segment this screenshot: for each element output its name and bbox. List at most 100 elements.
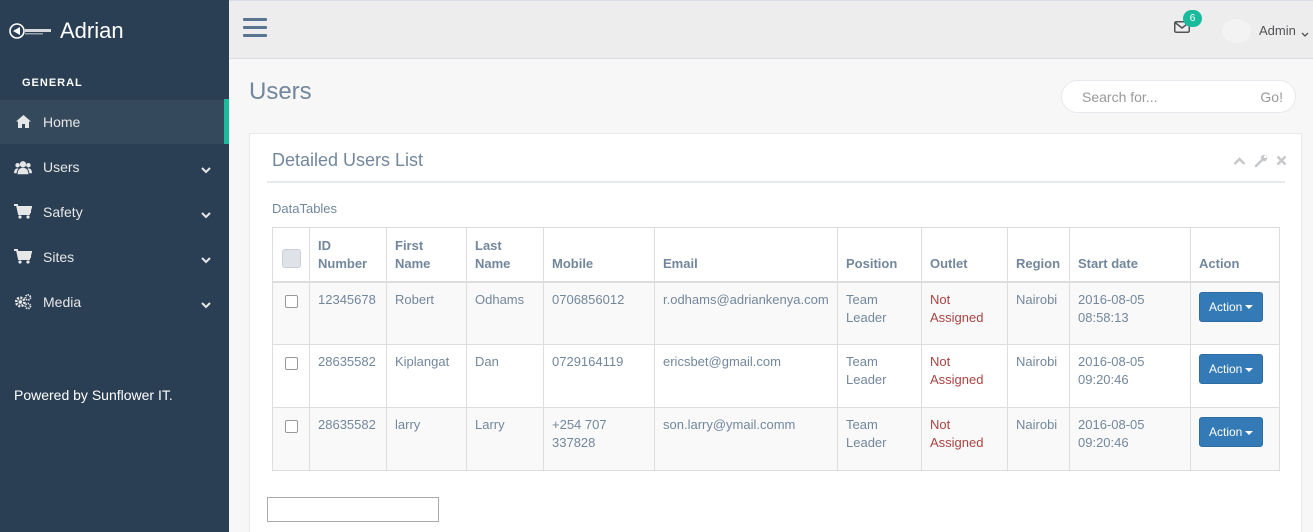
select-all-cell [272, 227, 310, 283]
cell-id: 28635582 [309, 344, 387, 408]
action-dropdown-button[interactable]: Action [1199, 354, 1264, 384]
search-go-button[interactable]: Go! [1260, 89, 1283, 105]
wrench-icon[interactable] [1254, 154, 1268, 171]
caret-down-icon [1245, 305, 1254, 310]
column-header[interactable]: Outlet [921, 227, 1008, 283]
caret-down-icon [1245, 367, 1254, 372]
search-input[interactable] [1082, 89, 1242, 105]
cell-last-name: Dan [466, 344, 544, 408]
brand-logo-icon [8, 21, 54, 41]
brand-name: Adrian [60, 18, 124, 43]
menu-section-title: GENERAL [22, 77, 83, 89]
close-icon[interactable] [1276, 154, 1287, 171]
sidebar-item-label: Media [43, 293, 82, 310]
sidebar-item-label: Users [43, 158, 80, 175]
cell-region: Nairobi [1007, 407, 1070, 471]
action-dropdown-button[interactable]: Action [1199, 291, 1264, 322]
row-select-cell [272, 281, 310, 345]
column-header[interactable]: First Name [386, 227, 467, 283]
action-button-label: Action [1209, 299, 1243, 314]
column-header[interactable]: Start date [1069, 227, 1191, 283]
cell-mobile: 0706856012 [543, 281, 655, 345]
sidebar-item-safety[interactable]: Safety [0, 189, 229, 234]
cell-first-name: Robert [386, 281, 467, 345]
table-filter-input[interactable] [267, 497, 439, 522]
cell-action: Action [1190, 407, 1280, 471]
column-header[interactable]: Mobile [543, 227, 655, 283]
column-header[interactable]: Position [837, 227, 922, 283]
sidebar: Adrian GENERAL Home Users Safety Sites M… [0, 0, 229, 532]
cell-email: r.odhams@adriankenya.com [654, 281, 838, 345]
column-header[interactable]: Last Name [466, 227, 544, 283]
chevron-down-icon [201, 296, 211, 312]
row-checkbox[interactable] [284, 294, 298, 308]
row-select-cell [272, 344, 310, 408]
cell-region: Nairobi [1007, 281, 1070, 345]
page-title: Users [249, 78, 312, 105]
datatables-label: DataTables [272, 201, 338, 216]
cell-mobile: 0729164119 [543, 344, 655, 408]
cell-region: Nairobi [1007, 344, 1070, 408]
cell-last-name: Odhams [466, 281, 544, 345]
brand[interactable]: Adrian [0, 0, 229, 62]
row-checkbox[interactable] [284, 357, 298, 370]
cell-email: ericsbet@gmail.com [654, 344, 838, 408]
cell-outlet: Not Assigned [921, 281, 1008, 345]
row-select-cell [272, 407, 310, 471]
caret-down-icon [1245, 430, 1254, 435]
cell-id: 12345678 [309, 281, 387, 345]
cell-start-date: 2016-08-05 09:20:46 [1069, 407, 1191, 471]
sidebar-item-home[interactable]: Home [0, 99, 229, 144]
chevron-down-icon [201, 251, 211, 267]
table-row: 28635582 Kiplangat Dan 0729164119 ericsb… [272, 344, 1280, 408]
column-header[interactable]: Action [1190, 227, 1280, 283]
users-panel: Detailed Users List DataTables ID Number… [249, 133, 1302, 532]
table-header-row: ID Number First Name Last Name Mobile Em… [272, 227, 1280, 283]
table-row: 12345678 Robert Odhams 0706856012 r.odha… [272, 281, 1280, 345]
users-icon [14, 158, 32, 176]
chevron-down-icon [201, 161, 211, 177]
column-header[interactable]: Region [1007, 227, 1070, 283]
menu-toggle-icon[interactable] [243, 18, 267, 40]
panel-toolbox [1233, 154, 1287, 171]
user-menu-name[interactable]: Admin [1259, 23, 1296, 38]
users-table: ID Number First Name Last Name Mobile Em… [272, 227, 1280, 471]
column-header[interactable]: Email [654, 227, 838, 283]
cell-first-name: Kiplangat [386, 344, 467, 408]
cell-position: Team Leader [837, 281, 922, 345]
chevron-down-icon[interactable] [1301, 26, 1309, 41]
panel-title: Detailed Users List [272, 150, 424, 170]
top-navbar: 6 Admin [229, 0, 1313, 59]
sidebar-item-users[interactable]: Users [0, 144, 229, 189]
cell-outlet: Not Assigned [921, 344, 1008, 408]
sidebar-item-media[interactable]: Media [0, 279, 229, 324]
column-header[interactable]: ID Number [309, 227, 387, 283]
sidebar-item-sites[interactable]: Sites [0, 234, 229, 279]
cell-first-name: larry [386, 407, 467, 471]
cart-icon [14, 203, 32, 221]
cogs-icon [14, 293, 32, 311]
sidebar-item-label: Safety [43, 203, 83, 220]
action-dropdown-button[interactable]: Action [1199, 417, 1264, 447]
cell-action: Action [1190, 344, 1280, 408]
sidebar-item-label: Sites [43, 248, 75, 265]
table-row: 28635582 larry Larry +254 707 337828 son… [272, 407, 1280, 471]
cart-icon [14, 248, 32, 266]
home-icon [14, 113, 32, 131]
avatar[interactable] [1222, 19, 1251, 43]
cell-position: Team Leader [837, 407, 922, 471]
row-checkbox[interactable] [284, 420, 298, 433]
cell-action: Action [1190, 281, 1280, 345]
select-all-checkbox[interactable] [281, 248, 301, 268]
cell-email: son.larry@ymail.comm [654, 407, 838, 471]
cell-start-date: 2016-08-05 09:20:46 [1069, 344, 1191, 408]
cell-last-name: Larry [466, 407, 544, 471]
search-box: Go! [1061, 80, 1296, 113]
cell-id: 28635582 [309, 407, 387, 471]
notification-badge: 6 [1183, 10, 1202, 27]
collapse-icon[interactable] [1233, 154, 1246, 171]
action-button-label: Action [1209, 425, 1243, 439]
cell-mobile: +254 707 337828 [543, 407, 655, 471]
powered-by-text: Powered by Sunflower IT. [14, 387, 173, 403]
sidebar-item-label: Home [43, 113, 81, 130]
